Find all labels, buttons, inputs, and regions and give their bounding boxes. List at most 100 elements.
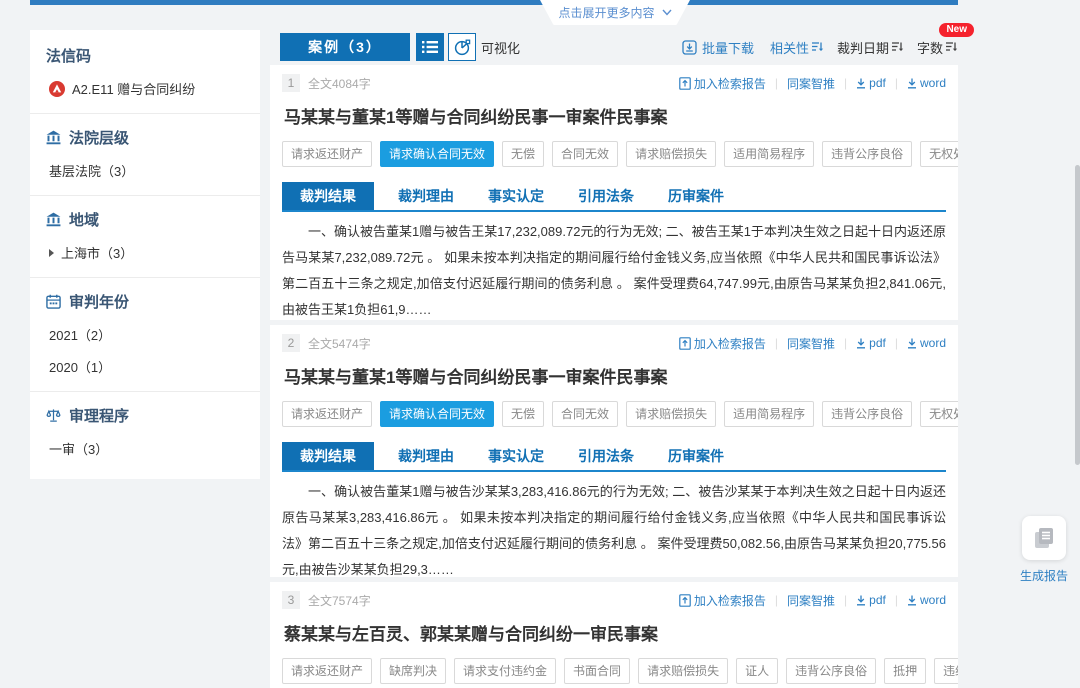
case-tag[interactable]: 适用简易程序	[724, 141, 815, 167]
case-title[interactable]: 马某某与董某1等赠与合同纠纷民事一审案件民事案	[284, 103, 946, 128]
sidebar-filter-item[interactable]: 一审（3）	[49, 439, 244, 458]
action-separator: |	[844, 593, 848, 607]
action-separator: |	[894, 593, 898, 607]
action-download-word[interactable]: word	[907, 336, 946, 350]
calendar-icon	[46, 294, 61, 309]
case-tag[interactable]: 证人	[736, 658, 779, 684]
case-actions: 加入检索报告 | 同案智推 | pdf | word	[679, 592, 946, 609]
tab-item[interactable]: 历审案件	[668, 442, 724, 470]
sort-active[interactable]: 相关性	[770, 38, 824, 57]
case-tag[interactable]: 适用简易程序	[724, 401, 815, 427]
expand-more-bar[interactable]: 点击展开更多内容	[540, 0, 690, 25]
tab-item[interactable]: 引用法条	[578, 442, 634, 470]
download-arrow-icon	[856, 338, 866, 349]
case-tag[interactable]: 书面合同	[564, 658, 631, 684]
sort-controls: 相关性 裁判日期 字数 New	[770, 22, 974, 57]
visualization-button[interactable]	[448, 33, 476, 61]
action-label: word	[919, 593, 946, 607]
sidebar-filter-item[interactable]: A2.E11 赠与合同纠纷	[49, 79, 244, 98]
action-similar-cases[interactable]: 同案智推	[787, 335, 835, 352]
case-tag[interactable]: 缺席判决	[380, 658, 447, 684]
sidebar-section-title: 法院层级	[46, 127, 244, 148]
generate-report-label[interactable]: 生成报告	[1012, 567, 1076, 584]
sidebar-section: 法信码 A2.E11 赠与合同纠纷	[30, 32, 260, 114]
sidebar-filter-label: 2020（1）	[49, 360, 112, 375]
filter-sidebar: 法信码 A2.E11 赠与合同纠纷 法院层级 基层法院（3） 地域 上海市（3） 审判年份 2…	[30, 30, 260, 479]
action-add-report[interactable]: 加入检索报告	[679, 75, 766, 92]
case-index: 2	[282, 334, 300, 352]
page: 点击展开更多内容 法信码 A2.E11 赠与合同纠纷 法院层级 基层法院（3） 地域 上海…	[0, 0, 1080, 688]
tab-cases[interactable]: 案例（3）	[280, 33, 410, 61]
add-report-icon	[679, 593, 691, 607]
sort-icon	[891, 41, 904, 53]
sidebar-section: 法院层级基层法院（3）	[30, 114, 260, 196]
case-title[interactable]: 马某某与董某1等赠与合同纠纷民事一审案件民事案	[284, 363, 946, 388]
case-tag[interactable]: 违约责任条款	[934, 658, 958, 684]
sidebar-filter-item[interactable]: 基层法院（3）	[49, 161, 244, 180]
case-index: 1	[282, 74, 300, 92]
case-detail-tabs: 裁判结果 裁判理由 事实认定 引用法条 历审案件	[282, 182, 946, 212]
sort-option[interactable]: 裁判日期	[837, 38, 904, 57]
action-similar-cases[interactable]: 同案智推	[787, 592, 835, 609]
sidebar-filter-item[interactable]: 2020（1）	[49, 357, 244, 376]
tab-item[interactable]: 裁判理由	[398, 442, 454, 470]
visualization-label: 可视化	[481, 40, 521, 56]
case-tag[interactable]: 请求返还财产	[282, 141, 373, 167]
case-tag[interactable]: 请求支付违约金	[454, 658, 557, 684]
action-label: 同案智推	[787, 593, 836, 608]
lawcode-logo-icon	[49, 80, 65, 97]
case-tag[interactable]: 无偿	[502, 401, 545, 427]
tab-item[interactable]: 事实认定	[488, 442, 544, 470]
tab-active[interactable]: 裁判结果	[282, 442, 374, 470]
case-card-header: 3 全文7574字 加入检索报告 | 同案智推 | pdf | word	[282, 591, 946, 609]
tab-item[interactable]: 引用法条	[578, 182, 634, 210]
sort-option[interactable]: 字数 New	[917, 22, 974, 57]
scrollbar[interactable]	[1075, 165, 1080, 465]
tab-item[interactable]: 历审案件	[668, 182, 724, 210]
action-download-pdf[interactable]: pdf	[856, 593, 886, 607]
bank-icon	[46, 130, 61, 145]
case-tag[interactable]: 请求赔偿损失	[626, 141, 717, 167]
action-add-report[interactable]: 加入检索报告	[679, 592, 766, 609]
case-tag[interactable]: 请求确认合同无效	[380, 401, 495, 427]
action-add-report[interactable]: 加入检索报告	[679, 335, 766, 352]
case-tag[interactable]: 违背公序良俗	[786, 658, 877, 684]
case-title[interactable]: 蔡某某与左百灵、郭某某赠与合同纠纷一审民事案	[284, 620, 946, 645]
action-download-pdf[interactable]: pdf	[856, 76, 886, 90]
case-tag[interactable]: 合同无效	[552, 401, 619, 427]
case-tag[interactable]: 违背公序良俗	[822, 401, 913, 427]
sidebar-filter-item[interactable]: 2021（2）	[49, 325, 244, 344]
sort-label: 相关性	[769, 40, 809, 56]
tab-item[interactable]: 裁判理由	[398, 182, 454, 210]
batch-download-button[interactable]: 批量下载	[682, 38, 754, 57]
case-tag[interactable]: 请求赔偿损失	[638, 658, 729, 684]
action-label: word	[919, 336, 946, 350]
sidebar-filter-item[interactable]: 上海市（3）	[49, 243, 244, 262]
case-tag[interactable]: 请求赔偿损失	[626, 401, 717, 427]
case-tag[interactable]: 无偿	[502, 141, 545, 167]
tab-item[interactable]: 事实认定	[488, 182, 544, 210]
download-arrow-icon	[907, 78, 917, 89]
case-tag[interactable]: 无权处分	[920, 401, 958, 427]
action-download-pdf[interactable]: pdf	[856, 336, 886, 350]
sidebar-section: 审判年份 2021（2） 2020（1）	[30, 278, 260, 392]
action-download-word[interactable]: word	[907, 76, 946, 90]
sidebar-filter-label: 基层法院（3）	[49, 164, 135, 179]
case-tag[interactable]: 无权处分	[920, 141, 958, 167]
case-tag[interactable]: 请求确认合同无效	[380, 141, 495, 167]
tab-active[interactable]: 裁判结果	[282, 182, 374, 210]
action-download-word[interactable]: word	[907, 593, 946, 607]
case-tag[interactable]: 请求返还财产	[282, 658, 373, 684]
case-tag[interactable]: 请求返还财产	[282, 401, 373, 427]
case-length: 全文7574字	[308, 593, 371, 608]
case-tag[interactable]: 合同无效	[552, 141, 619, 167]
sidebar-section-title: 审判年份	[46, 291, 244, 312]
list-view-button[interactable]	[416, 33, 444, 61]
generate-report-button[interactable]	[1022, 516, 1066, 560]
add-report-icon	[679, 76, 691, 90]
case-tag[interactable]: 违背公序良俗	[822, 141, 913, 167]
action-similar-cases[interactable]: 同案智推	[787, 75, 835, 92]
triangle-right-icon	[49, 248, 54, 257]
case-tag[interactable]: 抵押	[884, 658, 927, 684]
action-label: pdf	[869, 336, 886, 350]
